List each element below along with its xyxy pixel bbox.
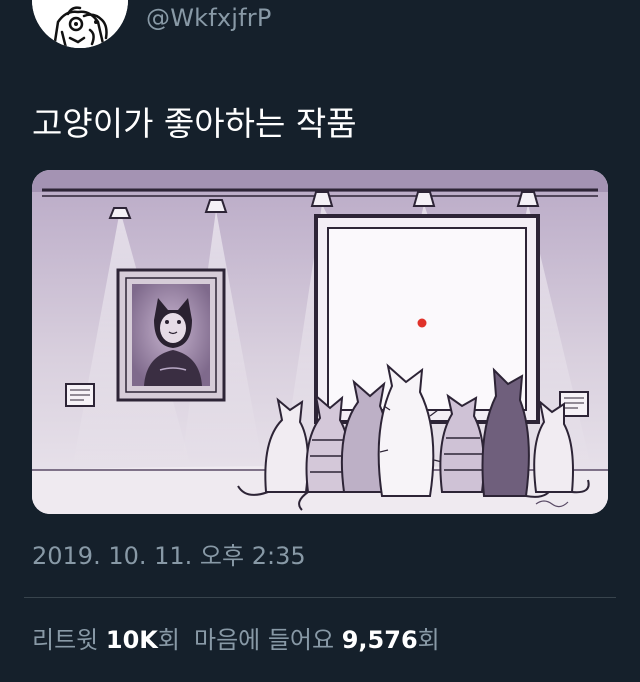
tweet-detail: @WkfxjfrP 고양이가 좋아하는 작품 2019. 10. 11. 오후 …	[0, 0, 640, 682]
avatar[interactable]	[32, 0, 128, 48]
retweets-stat[interactable]: 리트윗 10K회	[32, 626, 180, 654]
likes-count: 9,576	[341, 626, 418, 654]
avatar-drawing-icon	[32, 0, 128, 48]
laser-dot-icon	[417, 318, 427, 328]
tweet-text: 고양이가 좋아하는 작품	[32, 104, 357, 143]
tweet-image[interactable]	[32, 170, 608, 514]
retweets-suffix: 회	[157, 626, 180, 654]
retweets-count: 10K	[105, 626, 158, 654]
likes-suffix: 회	[417, 626, 440, 654]
likes-label: 마음에 들어요	[193, 626, 335, 654]
painting-frame	[116, 268, 226, 402]
retweets-label: 리트윗	[32, 626, 99, 654]
tweet-stats: 리트윗 10K회 마음에 들어요 9,576회	[32, 624, 440, 656]
tweet-timestamp[interactable]: 2019. 10. 11. 오후 2:35	[32, 540, 306, 572]
tweet-header: @WkfxjfrP	[0, 0, 640, 60]
cat-gallery-illustration	[32, 170, 608, 514]
divider	[24, 597, 616, 598]
likes-stat[interactable]: 마음에 들어요 9,576회	[194, 626, 440, 654]
user-handle[interactable]: @WkfxjfrP	[146, 4, 272, 32]
